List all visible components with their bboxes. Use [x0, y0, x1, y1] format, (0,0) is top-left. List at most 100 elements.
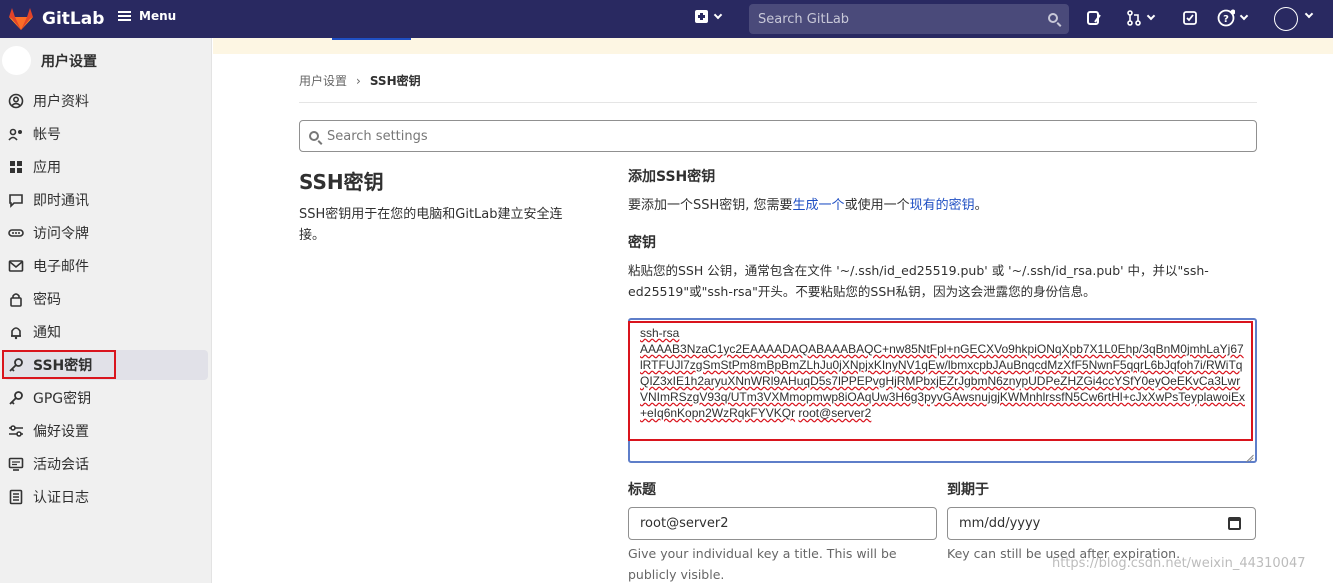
expiry-label: 到期于	[947, 482, 989, 498]
sidebar-item-account[interactable]: 帐号	[4, 119, 208, 149]
sidebar-title: 用户设置	[41, 53, 97, 70]
settings-sidebar: 用户设置 用户资料 帐号 应用 即时通讯 访问令牌 电子邮件 密码 通知 SSH…	[0, 38, 212, 583]
sidebar-item-password[interactable]: 密码	[4, 284, 208, 314]
sidebar-item-label: 即时通讯	[33, 193, 89, 209]
global-search-input[interactable]	[758, 11, 1038, 27]
active-highlight-outline	[2, 350, 116, 379]
sidebar-item-label: 密码	[33, 292, 61, 308]
sidebar-item-label: 访问令牌	[33, 226, 89, 242]
sidebar-item-auth-log[interactable]: 认证日志	[4, 482, 208, 512]
breadcrumb-parent[interactable]: 用户设置	[299, 72, 347, 89]
gitlab-tanuki-icon	[9, 8, 33, 30]
list-icon	[8, 489, 24, 505]
menu-button[interactable]: Menu	[118, 9, 176, 23]
key-help-text: 粘贴您的SSH 公钥，通常包含在文件 '~/.ssh/id_ed25519.pu…	[628, 263, 1209, 299]
chevron-down-icon	[713, 10, 723, 19]
plus-square-icon	[695, 10, 708, 23]
sidebar-item-label: GPG密钥	[33, 391, 92, 407]
svg-text:?: ?	[1223, 14, 1229, 25]
breadcrumb-current[interactable]: SSH密钥	[370, 72, 421, 89]
sidebar-item-label: 认证日志	[33, 490, 89, 506]
lock-icon	[8, 291, 24, 307]
sidebar-item-label: 帐号	[33, 127, 61, 143]
sidebar-item-active-sessions[interactable]: 活动会话	[4, 449, 208, 479]
top-banner-strip	[213, 38, 1333, 54]
merge-requests-button[interactable]	[1126, 10, 1156, 26]
add-key-description: 要添加一个SSH密钥, 您需要生成一个或使用一个现有的密钥。	[628, 194, 988, 213]
todo-icon[interactable]	[1182, 10, 1198, 26]
menu-label: Menu	[139, 9, 177, 23]
sidebar-item-label: 用户资料	[33, 94, 89, 110]
sidebar-item-gpg-keys[interactable]: GPG密钥	[4, 383, 208, 413]
gitlab-logo[interactable]: GitLab	[8, 7, 104, 31]
settings-search[interactable]	[299, 120, 1257, 152]
chevron-down-icon	[1239, 11, 1249, 21]
key-body: AAAAB3NzaC1yc2EAAAADAQABAAABAQC+nw85NtFp…	[640, 342, 1245, 420]
sidebar-header[interactable]: 用户设置	[2, 46, 97, 75]
title-field[interactable]	[628, 507, 937, 540]
add-key-desc-middle: 或使用一个	[844, 198, 910, 213]
section-description: SSH密钥用于在您的电脑和GitLab建立安全连接。	[299, 207, 563, 243]
expiry-date-field[interactable]: mm/dd/yyyy	[947, 507, 1256, 540]
search-icon	[309, 131, 319, 141]
watermark: https://blog.csdn.net/weixin_44310047	[1052, 556, 1306, 571]
generate-key-link[interactable]: 生成一个	[793, 198, 845, 213]
top-navbar: GitLab Menu ?	[0, 0, 1333, 38]
user-avatar[interactable]	[1274, 7, 1298, 31]
sidebar-item-label: 电子邮件	[33, 259, 89, 275]
token-icon	[8, 225, 24, 241]
title-help-text: Give your individual key a title. This w…	[628, 546, 897, 582]
sidebar-item-access-tokens[interactable]: 访问令牌	[4, 218, 208, 248]
chevron-down-icon[interactable]	[1304, 9, 1314, 19]
key-textarea-value: ssh-rsa AAAAB3NzaC1yc2EAAAADAQABAAABAQC+…	[640, 325, 1246, 421]
key-host: root@server2	[798, 406, 872, 420]
sidebar-item-label: 活动会话	[33, 457, 89, 473]
sidebar-item-notifications[interactable]: 通知	[4, 317, 208, 347]
sidebar-item-emails[interactable]: 电子邮件	[4, 251, 208, 281]
search-icon	[1048, 13, 1058, 23]
sliders-icon	[8, 423, 24, 439]
calendar-icon[interactable]	[1228, 517, 1241, 530]
sidebar-item-label: 通知	[33, 325, 61, 341]
grid-icon	[8, 159, 24, 175]
issues-icon[interactable]	[1086, 10, 1102, 26]
sidebar-item-preferences[interactable]: 偏好设置	[4, 416, 208, 446]
help-button[interactable]: ?	[1217, 9, 1249, 27]
sidebar-item-label: 偏好设置	[33, 424, 89, 440]
key-icon	[8, 390, 24, 406]
monitor-icon	[8, 456, 24, 472]
existing-key-link[interactable]: 现有的密钥	[910, 198, 975, 213]
sidebar-item-profile[interactable]: 用户资料	[4, 86, 208, 116]
page-title: SSH密钥	[299, 170, 384, 194]
add-key-heading: 添加SSH密钥	[628, 169, 716, 185]
breadcrumb-separator: ›	[356, 73, 361, 88]
bell-icon	[8, 324, 24, 340]
key-label: 密钥	[628, 235, 656, 251]
chevron-down-icon	[1146, 11, 1156, 21]
sidebar-item-chat[interactable]: 即时通讯	[4, 185, 208, 215]
avatar	[2, 46, 31, 75]
help-icon: ?	[1217, 9, 1235, 27]
user-gear-icon	[8, 126, 24, 142]
add-key-desc-suffix: 。	[974, 198, 988, 213]
brand-name: GitLab	[42, 9, 105, 29]
title-input[interactable]	[640, 516, 936, 531]
resize-handle-icon[interactable]	[1244, 450, 1254, 460]
add-key-desc-prefix: 要添加一个SSH密钥, 您需要	[628, 198, 793, 213]
envelope-icon	[8, 258, 24, 274]
divider	[299, 102, 1257, 103]
title-label: 标题	[628, 482, 656, 498]
sidebar-item-label: 应用	[33, 160, 61, 176]
expiry-date-placeholder: mm/dd/yyyy	[959, 516, 1041, 531]
settings-search-input[interactable]	[327, 128, 1227, 144]
create-new-button[interactable]	[695, 10, 723, 23]
merge-request-icon	[1127, 10, 1141, 26]
hamburger-icon	[118, 11, 131, 21]
banner-button-edge	[332, 38, 411, 40]
sidebar-item-applications[interactable]: 应用	[4, 152, 208, 182]
user-circle-icon	[8, 93, 24, 109]
global-search[interactable]	[749, 4, 1069, 34]
key-type: ssh-rsa	[640, 326, 680, 340]
breadcrumb: 用户设置 › SSH密钥	[299, 72, 421, 89]
chat-bubble-icon	[8, 192, 24, 208]
